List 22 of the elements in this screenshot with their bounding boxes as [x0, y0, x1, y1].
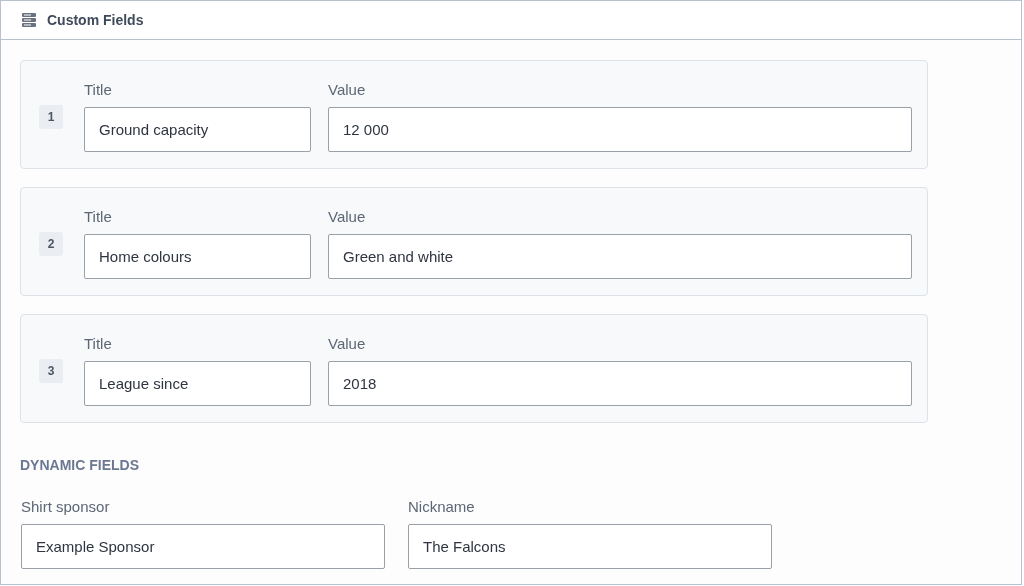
field-label: Value	[328, 334, 367, 354]
row-number: 2	[39, 232, 63, 256]
field-label: Value	[328, 207, 367, 227]
title-field[interactable]: Home colours	[84, 234, 311, 279]
title-field[interactable]: League since	[84, 361, 311, 406]
server-icon	[22, 13, 36, 27]
field-label: Title	[84, 207, 113, 227]
value-field[interactable]: Green and white	[328, 234, 912, 279]
text-field[interactable]: Example Sponsor	[21, 524, 385, 569]
row-number: 1	[39, 105, 63, 129]
text-field[interactable]: The Falcons	[408, 524, 772, 569]
title-field[interactable]: Ground capacity	[84, 107, 311, 152]
field-label: Value	[328, 80, 367, 100]
section-heading: DYNAMIC FIELDS	[20, 457, 140, 475]
field-label: Title	[84, 334, 113, 354]
panel-title: Custom Fields	[47, 12, 144, 28]
field-label: Shirt sponsor	[21, 497, 111, 517]
field-label: Nickname	[408, 497, 476, 517]
field-label: Title	[84, 80, 113, 100]
row-number: 3	[39, 359, 63, 383]
value-field[interactable]: 2018	[328, 361, 912, 406]
value-field[interactable]: 12 000	[328, 107, 912, 152]
